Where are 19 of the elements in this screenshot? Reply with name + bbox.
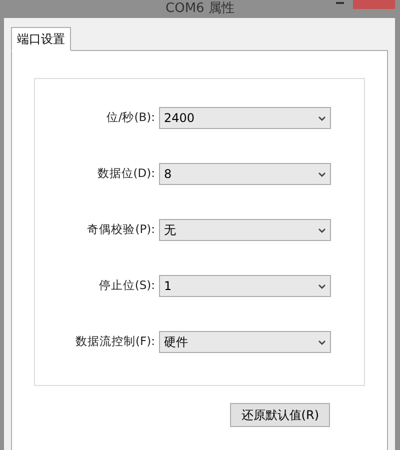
restore-defaults-button[interactable]: 还原默认值(R): [230, 403, 330, 427]
tab[interactable]: 端口设置: [11, 27, 71, 51]
field-label: 数据位(D):: [96, 165, 156, 182]
dropdown[interactable]: 硬件: [159, 331, 331, 353]
dropdown[interactable]: 1: [159, 275, 331, 297]
chevron-down-icon: [318, 340, 326, 344]
field-label: 位/秒(B):: [105, 109, 156, 126]
chevron-down-icon: [318, 228, 326, 232]
chevron-down-icon: [318, 116, 326, 120]
field-label: 数据流控制(F):: [74, 333, 156, 350]
field-label: 奇偶校验(P):: [86, 221, 156, 238]
chevron-down-icon: [318, 172, 326, 176]
window-title: COM6 属性: [166, 2, 234, 16]
dropdown[interactable]: 无: [159, 219, 331, 241]
dropdown[interactable]: 2400: [159, 107, 331, 129]
chevron-down-icon: [318, 284, 326, 288]
dropdown[interactable]: 8: [159, 163, 331, 185]
minimize-icon[interactable]: [336, 2, 344, 6]
field-label: 停止位(S):: [98, 277, 156, 294]
